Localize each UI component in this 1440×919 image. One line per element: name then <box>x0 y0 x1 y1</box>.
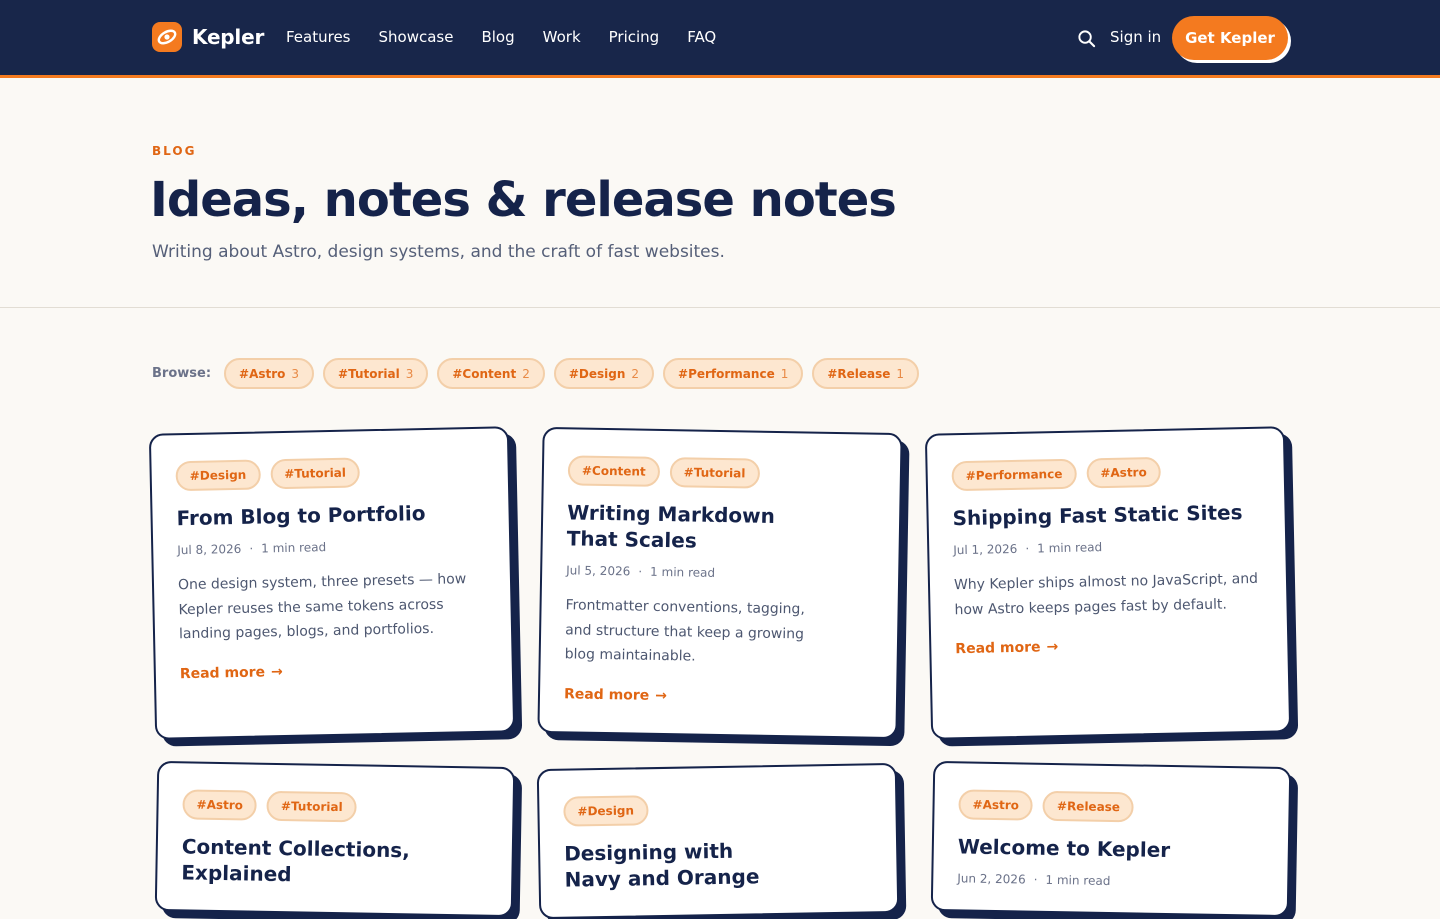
post-meta: Jul 1, 2026 · 1 min read <box>953 537 1261 557</box>
tag-filter-count: 2 <box>631 366 640 381</box>
tag-filter-name: #Tutorial <box>338 366 400 381</box>
post-tag[interactable]: #Content <box>567 455 661 487</box>
arrow-right-icon: → <box>270 663 283 680</box>
post-excerpt: Why Kepler ships almost no JavaScript, a… <box>953 570 1259 618</box>
search-icon[interactable] <box>1076 28 1096 48</box>
post-title[interactable]: Welcome to Kepler <box>958 833 1264 864</box>
post-date: Jun 2, 2026 <box>957 871 1026 887</box>
brand-name: Kepler <box>192 25 265 49</box>
post-date: Jul 8, 2026 <box>177 541 242 558</box>
nav-link-showcase[interactable]: Showcase <box>379 28 454 46</box>
brand-link[interactable]: Kepler <box>152 22 264 52</box>
tag-filter-design[interactable]: #Design 2 <box>553 358 655 389</box>
meta-separator: · <box>638 564 643 579</box>
post-tag[interactable]: #Tutorial <box>669 457 760 489</box>
read-more-link[interactable]: Read more → <box>564 686 667 704</box>
tag-filter-performance[interactable]: #Performance 1 <box>663 358 804 389</box>
post-tag[interactable]: #Design <box>175 459 261 492</box>
post-meta: Jun 2, 2026 · 1 min read <box>957 871 1263 890</box>
post-tags: #Performance #Astro <box>951 455 1260 492</box>
post-card[interactable]: #Astro #Release Welcome to Kepler Jun 2,… <box>930 760 1292 918</box>
post-tag[interactable]: #Astro <box>1086 456 1162 489</box>
nav-links: Features Showcase Blog Work Pricing FAQ <box>286 28 716 46</box>
post-tags: #Astro #Release <box>958 789 1264 824</box>
post-title[interactable]: Shipping Fast Static Sites <box>952 499 1260 531</box>
nav-link-faq[interactable]: FAQ <box>687 28 716 46</box>
post-tags: #Content #Tutorial <box>567 455 876 490</box>
post-tags: #Astro #Tutorial <box>182 789 488 824</box>
post-tag[interactable]: #Tutorial <box>269 457 361 490</box>
post-card[interactable]: #Design #Tutorial From Blog to Portfolio… <box>148 426 516 740</box>
nav-link-work[interactable]: Work <box>543 28 581 46</box>
kepler-logo-icon <box>152 22 182 52</box>
blog-hero: BLOG Ideas, notes & release notes Writin… <box>0 78 1440 308</box>
tag-filter-name: #Performance <box>678 366 775 381</box>
meta-separator: · <box>1025 541 1030 556</box>
post-excerpt: One design system, three presets — how K… <box>177 571 467 643</box>
post-excerpt: Frontmatter conventions, tagging, and st… <box>564 597 805 665</box>
read-more-label: Read more <box>179 663 266 682</box>
nav-link-blog[interactable]: Blog <box>481 28 514 46</box>
post-tag[interactable]: #Astro <box>958 789 1034 821</box>
post-tag[interactable]: #Astro <box>182 789 258 821</box>
post-date: Jul 5, 2026 <box>566 563 631 579</box>
read-more-link[interactable]: Read more → <box>180 664 283 682</box>
browse-tags: Browse: #Astro 3 #Tutorial 3 #Content 2 #De… <box>152 358 920 389</box>
post-title[interactable]: Designing with Navy and Orange <box>564 837 765 892</box>
post-meta: Jul 8, 2026 · 1 min read <box>177 537 485 557</box>
tag-filter-name: #Design <box>568 366 626 381</box>
top-nav: Kepler Features Showcase Blog Work Prici… <box>0 0 1440 78</box>
arrow-right-icon: → <box>655 687 668 704</box>
tag-filter-content[interactable]: #Content 2 <box>437 358 545 389</box>
page-subtitle: Writing about Astro, design systems, and… <box>152 242 725 262</box>
post-read-time: 1 min read <box>650 564 716 580</box>
post-card[interactable]: #Performance #Astro Shipping Fast Static… <box>924 426 1292 740</box>
tag-filter-count: 3 <box>405 366 414 381</box>
nav-link-pricing[interactable]: Pricing <box>609 28 660 46</box>
post-title[interactable]: From Blog to Portfolio <box>176 499 484 531</box>
tag-filter-name: #Release <box>827 366 891 381</box>
post-tag[interactable]: #Tutorial <box>266 790 357 823</box>
page-title: Ideas, notes & release notes <box>150 172 897 228</box>
post-meta: Jul 5, 2026 · 1 min read <box>566 563 874 582</box>
post-tag[interactable]: #Performance <box>951 458 1077 492</box>
hero-eyebrow: BLOG <box>152 144 197 158</box>
post-tag[interactable]: #Release <box>1042 790 1135 823</box>
post-tags: #Design #Tutorial <box>175 455 484 492</box>
read-more-link[interactable]: Read more → <box>955 639 1058 657</box>
tag-filter-name: #Astro <box>239 366 286 381</box>
tag-filter-count: 1 <box>896 366 905 381</box>
post-card[interactable]: #Design Designing with Navy and Orange <box>536 762 900 919</box>
browse-label: Browse: <box>152 366 212 381</box>
post-card[interactable]: #Content #Tutorial Writing Markdown That… <box>537 426 903 740</box>
post-card[interactable]: #Astro #Tutorial Content Collections, Ex… <box>154 760 516 918</box>
post-title[interactable]: Writing Markdown That Scales <box>567 499 798 555</box>
arrow-right-icon: → <box>1046 639 1059 656</box>
post-read-time: 1 min read <box>1037 540 1103 556</box>
post-tags: #Design <box>563 791 871 827</box>
tag-filter-count: 2 <box>522 366 530 381</box>
tag-filter-astro[interactable]: #Astro 3 <box>224 358 315 389</box>
tag-filter-tutorial[interactable]: #Tutorial 3 <box>323 358 429 389</box>
post-read-time: 1 min read <box>1045 872 1111 888</box>
post-title[interactable]: Content Collections, Explained <box>181 833 422 889</box>
read-more-label: Read more <box>563 685 650 704</box>
tag-filter-release[interactable]: #Release 1 <box>812 358 920 389</box>
tag-filter-name: #Content <box>452 366 517 381</box>
post-read-time: 1 min read <box>261 540 327 556</box>
tag-filter-count: 3 <box>291 366 300 381</box>
read-more-label: Read more <box>955 639 1041 658</box>
nav-link-features[interactable]: Features <box>286 28 351 46</box>
meta-separator: · <box>249 541 254 556</box>
get-kepler-button[interactable]: Get Kepler <box>1172 16 1288 60</box>
post-date: Jul 1, 2026 <box>953 541 1018 558</box>
post-tag[interactable]: #Design <box>563 795 649 827</box>
meta-separator: · <box>1033 872 1038 887</box>
tag-filter-count: 1 <box>780 366 789 381</box>
sign-in-link[interactable]: Sign in <box>1110 28 1161 46</box>
